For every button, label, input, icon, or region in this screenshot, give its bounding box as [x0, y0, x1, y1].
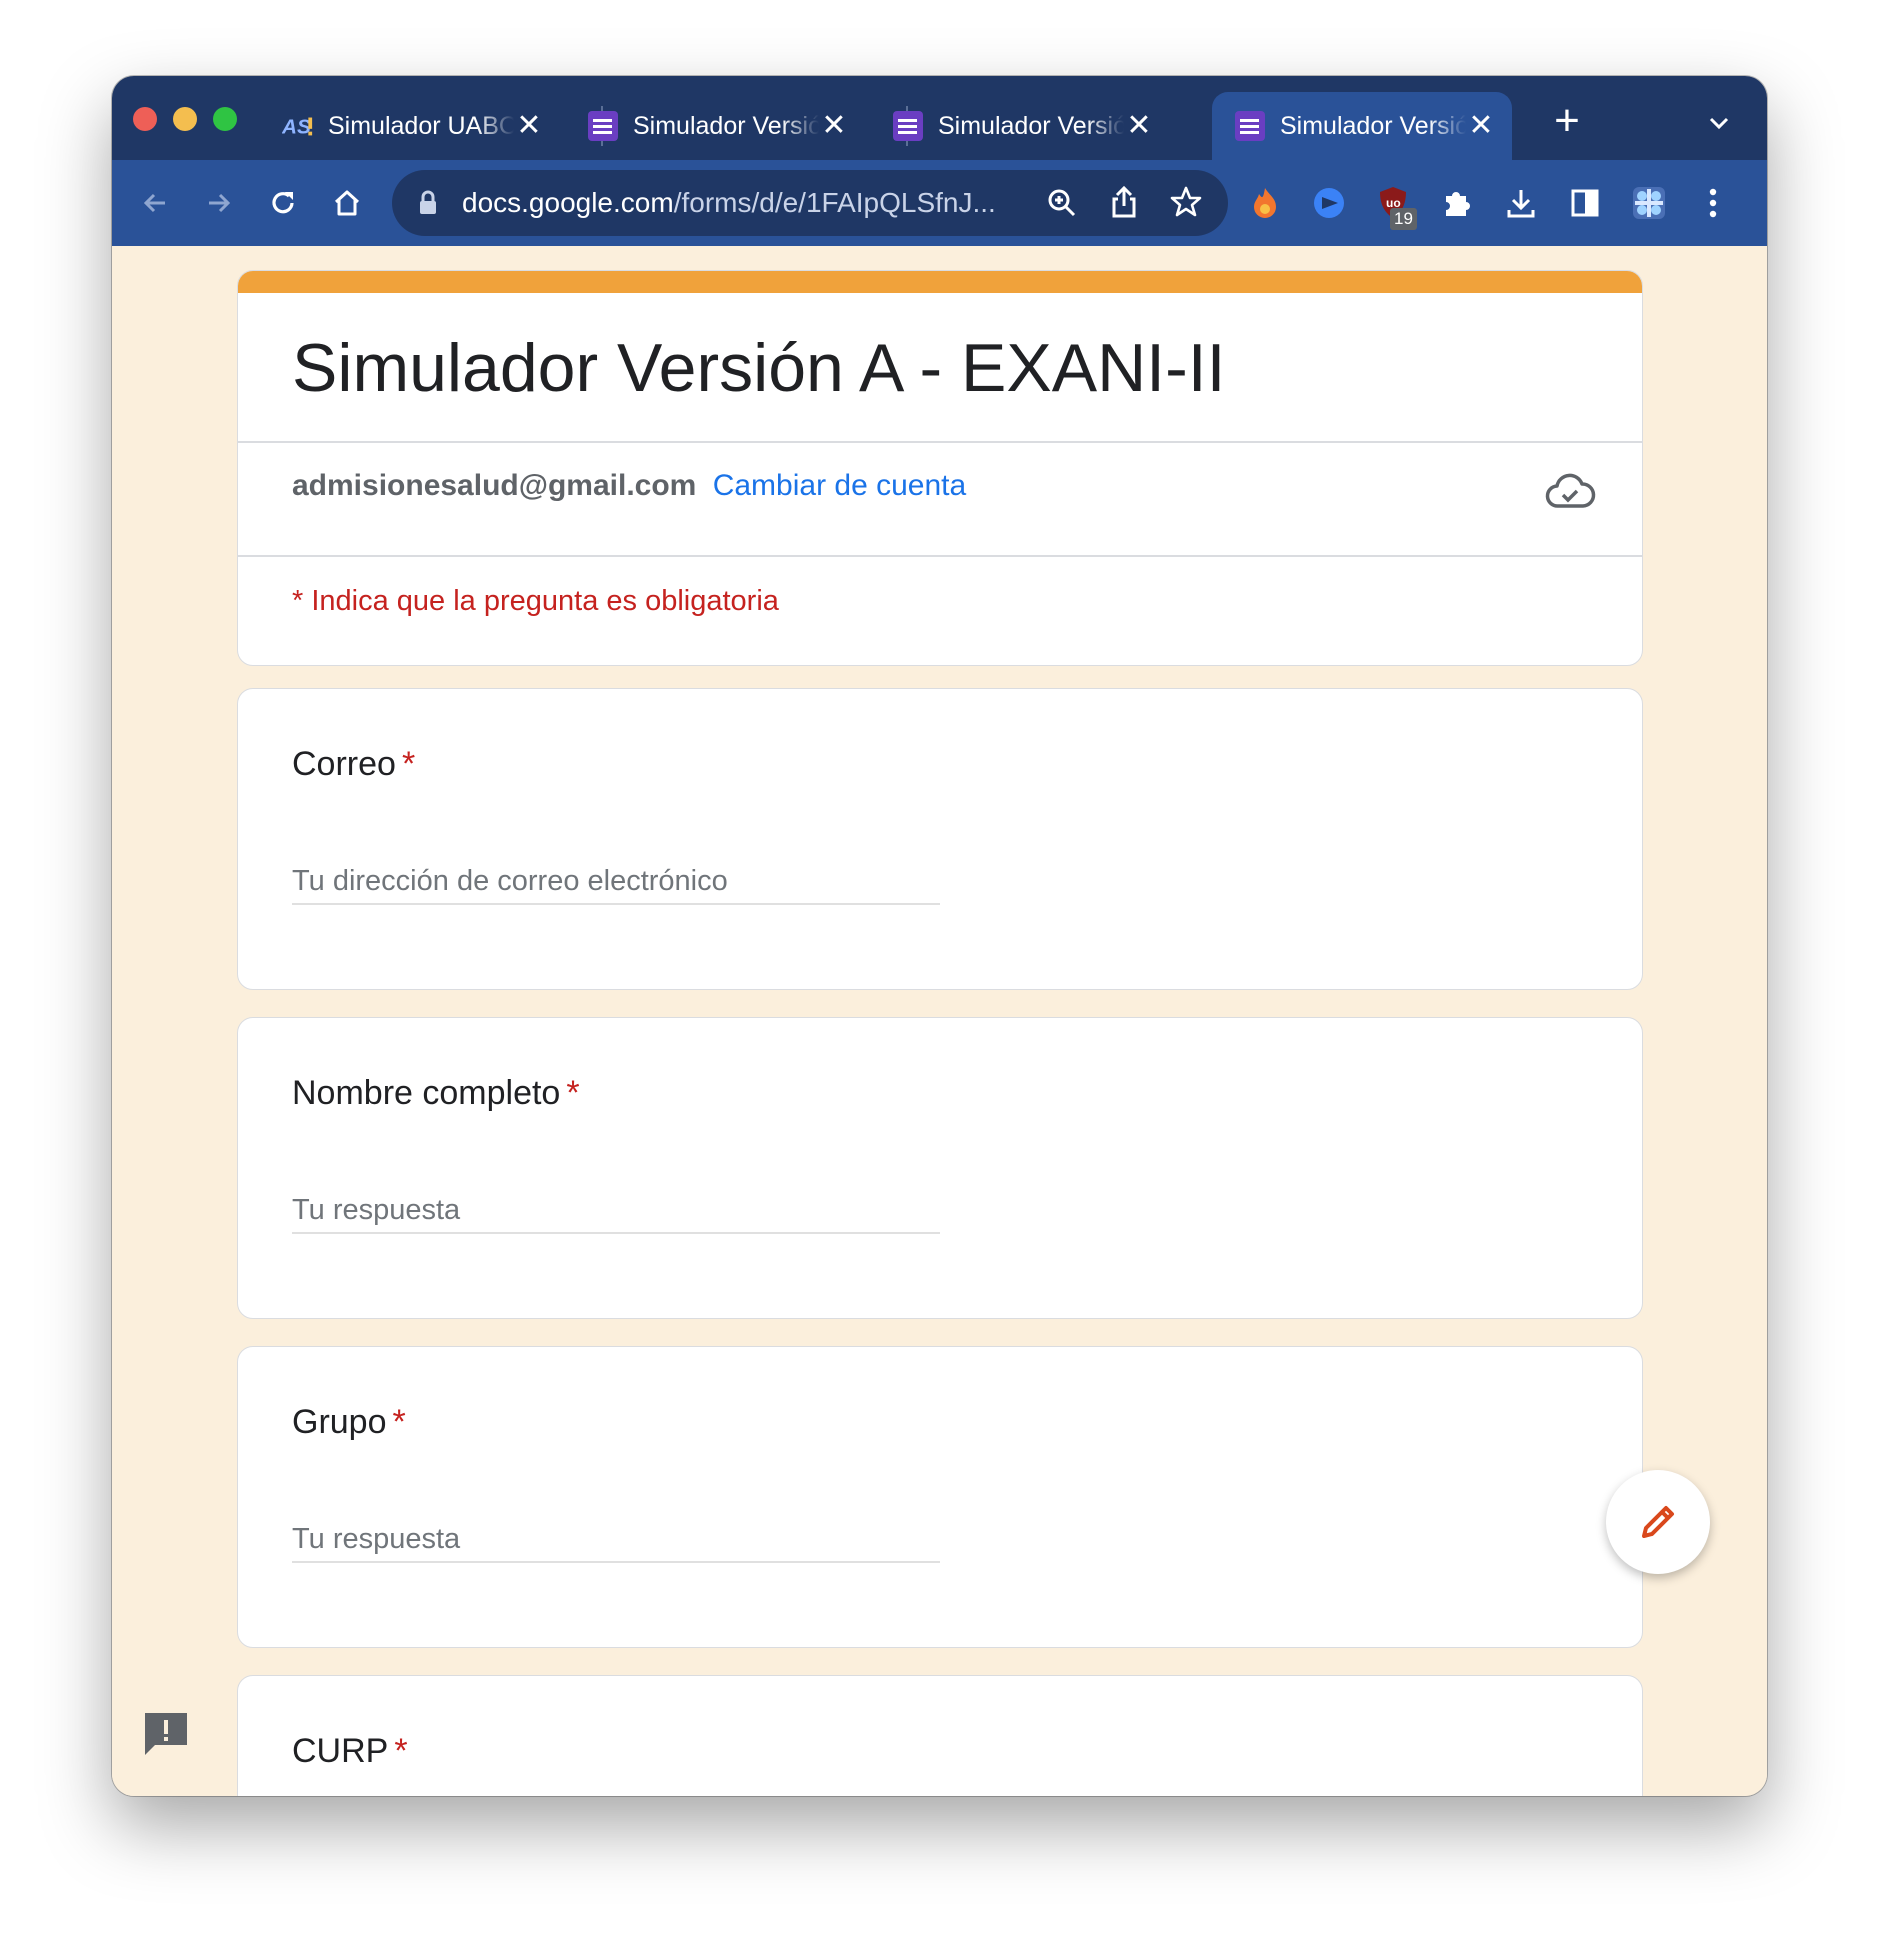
- menu-more-icon[interactable]: [1688, 178, 1738, 228]
- browser-tab[interactable]: AS Simulador UABC ✕: [260, 92, 560, 160]
- browser-window: AS Simulador UABC ✕ Simulador Versión A …: [112, 76, 1767, 1796]
- extension-badge: 19: [1390, 208, 1417, 230]
- url-path: /forms/d/e/1FAIpQLSfnJ...: [673, 187, 996, 218]
- tab-title: Simulador UABC: [328, 111, 514, 140]
- feedback-icon[interactable]: [141, 1709, 191, 1759]
- question-title: Nombre completo *: [292, 1074, 580, 1113]
- cloud-saved-icon: [1543, 466, 1597, 520]
- minimize-window-button[interactable]: [173, 107, 197, 131]
- header-divider: [238, 441, 1642, 443]
- address-bar[interactable]: docs.google.com/forms/d/e/1FAIpQLSfnJ...: [392, 170, 1228, 236]
- question-card: Correo *: [237, 688, 1643, 990]
- account-row: admisionesalud@gmail.com Cambiar de cuen…: [292, 469, 966, 503]
- required-note: * Indica que la pregunta es obligatoria: [292, 585, 779, 617]
- media-extension-icon[interactable]: [1304, 178, 1354, 228]
- download-icon[interactable]: [1496, 178, 1546, 228]
- profile-avatar-icon[interactable]: [1624, 178, 1674, 228]
- switch-account-link[interactable]: Cambiar de cuenta: [713, 469, 966, 502]
- close-tab-icon[interactable]: ✕: [819, 111, 849, 141]
- svg-text:AS: AS: [282, 116, 311, 139]
- reload-icon[interactable]: [258, 178, 308, 228]
- form-title: Simulador Versión A - EXANI-II: [292, 330, 1226, 406]
- required-star: *: [401, 745, 416, 783]
- share-icon[interactable]: [1109, 184, 1139, 225]
- question-title: CURP *: [292, 1732, 408, 1771]
- tab-strip: AS Simulador UABC ✕ Simulador Versión A …: [112, 76, 1767, 160]
- back-arrow-icon[interactable]: [130, 178, 180, 228]
- question-label: Nombre completo: [292, 1074, 561, 1112]
- fire-extension-icon[interactable]: [1240, 178, 1290, 228]
- question-card: CURP *: [237, 1675, 1643, 1796]
- account-email: admisionesalud@gmail.com: [292, 469, 697, 502]
- maximize-window-button[interactable]: [213, 107, 237, 131]
- form-header-card: Simulador Versión A - EXANI-II admisione…: [237, 270, 1643, 666]
- browser-tab-active[interactable]: Simulador Versión A ✕: [1212, 92, 1512, 160]
- url-text: docs.google.com/forms/d/e/1FAIpQLSfnJ...: [462, 187, 996, 219]
- forward-arrow-icon[interactable]: [194, 178, 244, 228]
- close-tab-icon[interactable]: ✕: [514, 111, 544, 141]
- url-host: docs.google.com: [462, 187, 674, 218]
- ublock-shield-icon[interactable]: uo 19: [1368, 178, 1418, 230]
- required-star: *: [392, 1403, 406, 1441]
- full-name-field[interactable]: [292, 1188, 940, 1234]
- question-title: Grupo *: [292, 1403, 406, 1442]
- question-label: CURP: [292, 1732, 389, 1770]
- tab-title: Simulador Versión A: [633, 111, 819, 140]
- asi-icon: AS: [282, 110, 314, 142]
- email-field[interactable]: [292, 859, 940, 905]
- question-card: Grupo *: [237, 1346, 1643, 1648]
- google-forms-icon: [1234, 110, 1266, 142]
- pencil-icon: [1642, 1506, 1674, 1538]
- question-label: Correo: [292, 745, 396, 783]
- google-forms-icon: [892, 110, 924, 142]
- tab-title: Simulador Versión A: [1280, 111, 1466, 140]
- bookmark-star-icon[interactable]: [1169, 185, 1203, 224]
- close-tab-icon[interactable]: ✕: [1124, 111, 1154, 141]
- home-icon[interactable]: [322, 178, 372, 228]
- edit-pencil-button[interactable]: [1606, 1470, 1710, 1574]
- header-accent-bar: [238, 271, 1642, 293]
- browser-toolbar: docs.google.com/forms/d/e/1FAIpQLSfnJ...…: [112, 160, 1767, 246]
- form-page: Simulador Versión A - EXANI-II admisione…: [112, 246, 1767, 1796]
- question-label: Grupo: [292, 1403, 387, 1441]
- required-star: *: [566, 1074, 580, 1112]
- zoom-icon[interactable]: [1046, 187, 1078, 224]
- browser-tab[interactable]: Simulador Versión A ✕: [870, 92, 1170, 160]
- side-panel-icon[interactable]: [1560, 178, 1610, 228]
- close-tab-icon[interactable]: ✕: [1466, 111, 1496, 141]
- new-tab-button[interactable]: +: [1542, 98, 1592, 148]
- extensions-puzzle-icon[interactable]: [1432, 178, 1482, 228]
- browser-tab[interactable]: Simulador Versión A ✕: [565, 92, 865, 160]
- header-divider: [238, 555, 1642, 557]
- tab-search-chevron-down-icon[interactable]: [1704, 108, 1734, 138]
- required-star: *: [394, 1732, 408, 1770]
- question-title: Correo *: [292, 745, 415, 784]
- question-card: Nombre completo *: [237, 1017, 1643, 1319]
- lock-icon: [418, 190, 438, 221]
- group-field[interactable]: [292, 1517, 940, 1563]
- tab-title: Simulador Versión A: [938, 111, 1124, 140]
- google-forms-icon: [587, 110, 619, 142]
- close-window-button[interactable]: [133, 107, 157, 131]
